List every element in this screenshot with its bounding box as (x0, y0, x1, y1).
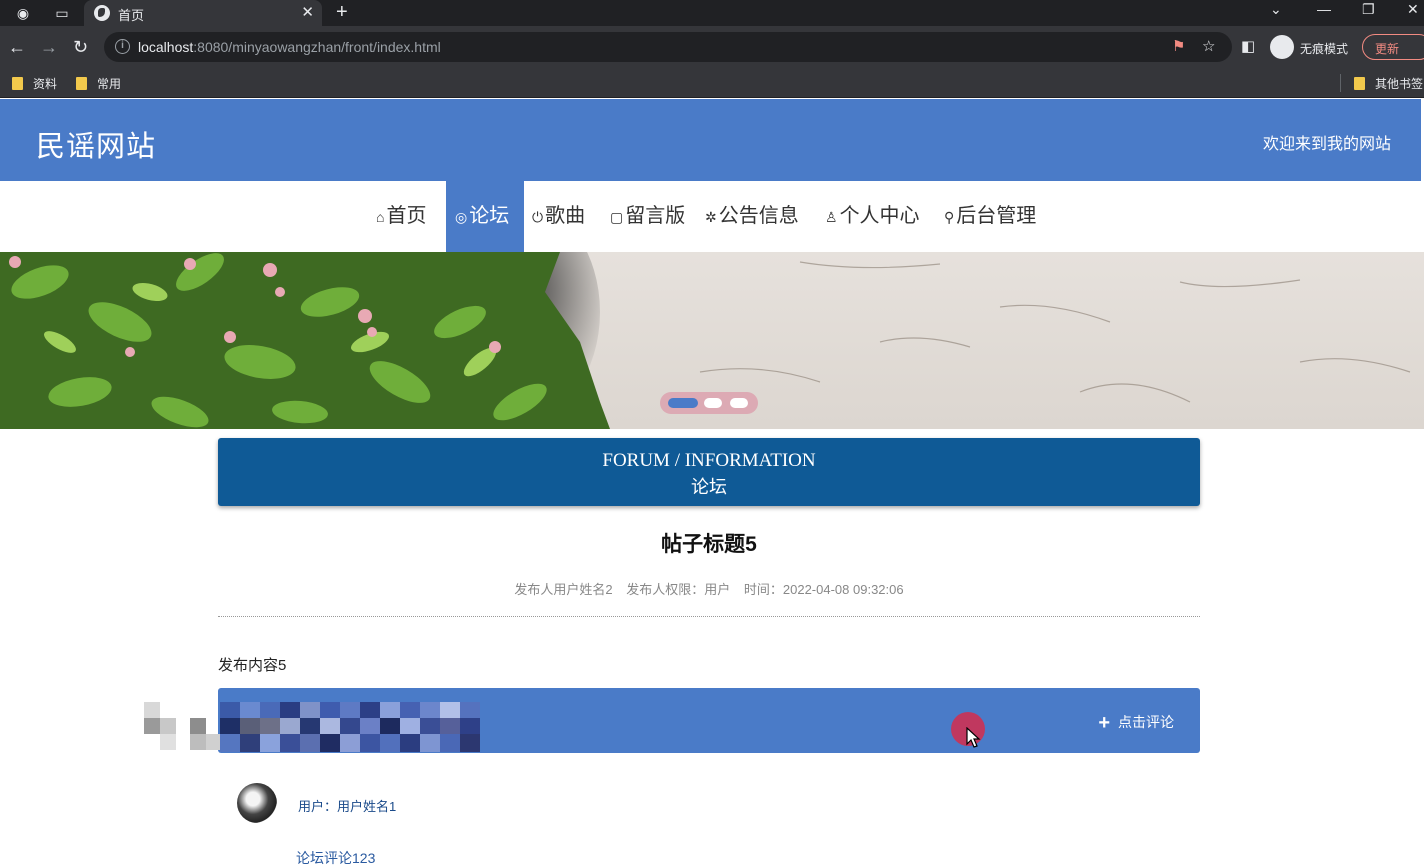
banner-carousel[interactable] (0, 252, 1424, 429)
nav-item-forum[interactable]: ◎ 论坛 (446, 181, 524, 252)
nav-item-announcements[interactable]: ✲ 公告信息 (705, 181, 799, 252)
carousel-dot[interactable] (730, 398, 748, 408)
post-meta: 发布人用户姓名2 发布人权限：用户 时间：2022-04-08 09:32:06 (218, 579, 1200, 598)
incognito-icon (1270, 35, 1294, 59)
nav-item-profile[interactable]: ♙ 个人中心 (825, 181, 920, 252)
comment-text: 论坛评论123 (296, 850, 376, 866)
incognito-label: 无痕模式 (1300, 42, 1349, 56)
avatar (237, 783, 277, 823)
carousel-dot-active[interactable] (668, 398, 698, 408)
divider (218, 616, 1200, 617)
forum-icon: ◎ (455, 209, 468, 225)
home-icon: ⌂ (376, 209, 385, 225)
main-nav: ⌂ 首页 ◎ 论坛 ⏻ 歌曲 ▢ 留言版 ✲ 公告信息 ♙ 个人中心 ⚲ 后台管理 (0, 181, 1421, 252)
section-title-zh: 论坛 (691, 477, 727, 497)
pixelated-region (144, 702, 480, 752)
nav-item-home[interactable]: ⌂ 首页 (366, 181, 446, 252)
browser-tab[interactable]: 首页 ✕ (84, 0, 322, 26)
url-text: localhost:8080/minyaowangzhan/front/inde… (138, 39, 441, 55)
tab-title: 首页 (118, 8, 145, 23)
side-panel-icon[interactable]: ◧ (1241, 36, 1255, 58)
browser-menu-icon[interactable]: ◉ (14, 4, 32, 22)
forward-icon[interactable]: → (40, 36, 58, 58)
comment-user: 用户：用户姓名1 (298, 799, 397, 814)
bookmark-separator (1340, 74, 1341, 92)
folder-icon (76, 77, 87, 90)
translate-icon[interactable]: ⚑ (1172, 37, 1185, 55)
tab-search-icon[interactable]: ▭ (53, 4, 71, 22)
mouse-cursor-icon (966, 727, 981, 748)
bookmark-folder[interactable]: 常用 (76, 75, 121, 92)
info-icon[interactable]: i (115, 39, 130, 54)
address-bar[interactable]: i localhost:8080/minyaowangzhan/front/in… (104, 32, 1232, 62)
post-time: 时间：2022-04-08 09:32:06 (743, 582, 904, 597)
add-comment-button[interactable]: + 点击评论 (1098, 712, 1174, 735)
link-icon: ⚲ (944, 209, 955, 225)
plus-icon: + (1098, 712, 1110, 734)
new-tab-icon[interactable]: + (336, 1, 348, 24)
restore-icon[interactable]: ❐ (1362, 1, 1375, 18)
chevron-down-icon[interactable]: ⌄ (1270, 1, 1282, 18)
post-role: 发布人权限：用户 (626, 582, 731, 597)
post-title: 帖子标题5 (661, 533, 757, 556)
post-content: 发布内容5 (218, 657, 287, 674)
carousel-indicators (660, 392, 758, 414)
globe-icon (94, 5, 110, 21)
reload-icon[interactable]: ↻ (73, 36, 88, 58)
section-title: FORUM / INFORMATION 论坛 (218, 438, 1200, 506)
nav-item-admin[interactable]: ⚲ 后台管理 (944, 181, 1036, 252)
update-button[interactable]: 更新 (1362, 34, 1424, 60)
post-author: 发布人用户姓名2 (514, 582, 613, 597)
bookmarks-bar: 资料 常用 其他书签 (0, 68, 1424, 98)
power-icon: ⏻ (532, 209, 544, 225)
user-icon: ♙ (825, 209, 838, 225)
carousel-dot[interactable] (704, 398, 722, 408)
window-close-icon[interactable]: ✕ (1407, 1, 1419, 18)
bookmark-folder[interactable]: 资料 (12, 75, 57, 92)
announcement-icon: ✲ (705, 209, 717, 225)
message-icon: ▢ (610, 209, 624, 225)
section-title-en: FORUM / INFORMATION (602, 450, 816, 471)
minimize-icon[interactable]: — (1317, 1, 1331, 17)
close-icon[interactable]: ✕ (301, 3, 314, 21)
site-header: 民谣网站 欢迎来到我的网站 (0, 99, 1421, 181)
nav-item-songs[interactable]: ⏻ 歌曲 (532, 181, 585, 252)
folder-icon (12, 77, 23, 90)
browser-tab-strip: ◉ ▭ 首页 ✕ + ⌄ — ❐ ✕ (0, 0, 1424, 26)
site-title: 民谣网站 (36, 131, 157, 163)
other-bookmarks[interactable]: 其他书签 (1354, 75, 1423, 92)
browser-toolbar: ← → ↻ i localhost:8080/minyaowangzhan/fr… (0, 26, 1424, 68)
folder-icon (1354, 77, 1365, 90)
welcome-text: 欢迎来到我的网站 (1262, 136, 1391, 153)
star-icon[interactable]: ☆ (1202, 37, 1215, 55)
back-icon[interactable]: ← (8, 36, 26, 58)
nav-item-guestbook[interactable]: ▢ 留言版 (610, 181, 685, 252)
